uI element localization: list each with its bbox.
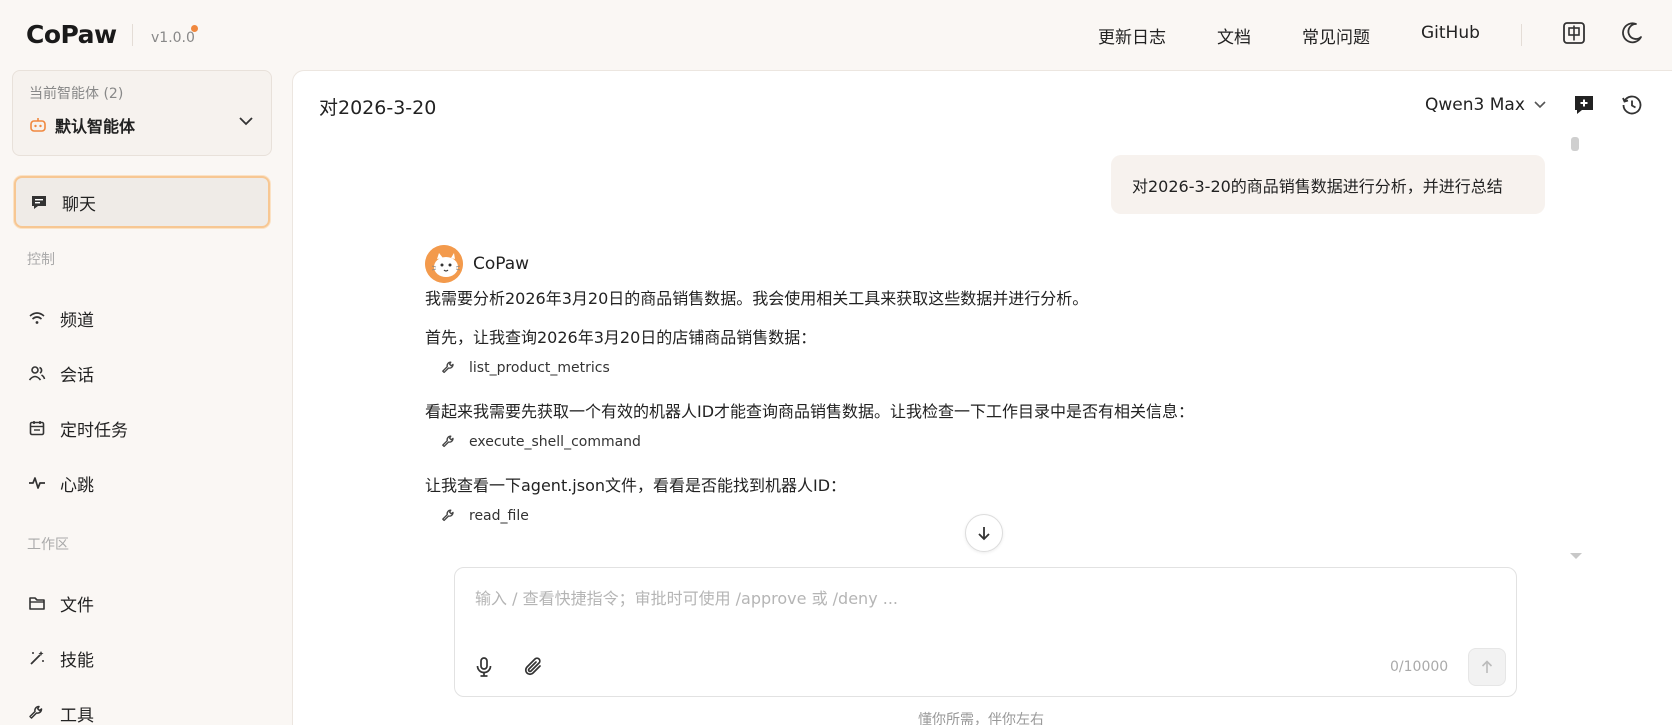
agent-name: 默认智能体: [29, 113, 135, 137]
sidebar-item-heartbeat[interactable]: 心跳: [14, 457, 270, 509]
wifi-icon: [29, 312, 45, 324]
tool-call-name: execute_shell_command: [469, 434, 641, 450]
sidebar-item-label: 心跳: [60, 475, 94, 496]
sidebar-item-label: 频道: [60, 310, 94, 331]
bot-avatar: [425, 245, 463, 283]
bot-message-header: CoPaw: [425, 245, 529, 283]
sidebar-item-label: 技能: [60, 650, 94, 671]
nav-docs[interactable]: 文档: [1217, 23, 1251, 48]
user-message: 对2026-3-20的商品销售数据进行分析，并进行总结: [1111, 155, 1545, 214]
agent-name-label: 默认智能体: [55, 117, 136, 136]
arrow-down-icon: [978, 527, 990, 541]
bot-text-line: 首先，让我查询2026年3月20日的店铺商品销售数据：: [425, 328, 817, 347]
new-chat-icon[interactable]: [1572, 93, 1596, 117]
app-logo[interactable]: CoPaw: [26, 20, 117, 49]
send-button[interactable]: [1468, 648, 1506, 686]
model-name: Qwen3 Max: [1425, 95, 1525, 115]
sidebar-item-channels[interactable]: 频道: [14, 292, 270, 344]
history-icon[interactable]: [1620, 93, 1644, 117]
wrench-icon: [442, 509, 454, 522]
sidebar-item-tools[interactable]: 工具: [14, 687, 270, 725]
top-header: CoPaw v1.0.0 更新日志 文档 常见问题 GitHub: [0, 0, 1672, 68]
attachment-icon[interactable]: [523, 656, 545, 678]
folder-icon: [29, 597, 45, 610]
heartbeat-icon: [29, 477, 45, 489]
chevron-down-icon: [1534, 101, 1546, 109]
robot-icon: [30, 118, 46, 132]
sidebar-item-label: 工具: [60, 705, 94, 725]
nav-faq[interactable]: 常见问题: [1302, 23, 1370, 48]
tool-call-item[interactable]: list_product_metrics: [441, 360, 610, 376]
version-label: v1.0.0: [151, 30, 195, 46]
language-icon[interactable]: [1561, 20, 1587, 46]
section-workspace-label: 工作区: [27, 537, 69, 553]
chat-icon: [32, 196, 46, 209]
bot-text-line: 让我查看一下agent.json文件，看看是否能找到机器人ID：: [425, 476, 847, 495]
chat-panel: 对2026-3-20 Qwen3 Max 对2026-3-20的商品销售数据进行…: [292, 70, 1672, 725]
agent-count-label: 当前智能体 (2): [29, 86, 124, 102]
nav-changelog[interactable]: 更新日志: [1098, 23, 1166, 48]
arrow-up-icon: [1481, 660, 1493, 673]
wrench-icon: [442, 361, 454, 374]
update-dot-badge: [191, 25, 198, 32]
nav-divider: [1521, 24, 1522, 46]
bot-text-line: 我需要分析2026年3月20日的商品销售数据。我会使用相关工具来获取这些数据并进…: [425, 289, 1089, 308]
model-selector[interactable]: Qwen3 Max: [1425, 95, 1547, 115]
tool-call-item[interactable]: execute_shell_command: [441, 434, 641, 450]
char-counter: 0/10000: [1390, 659, 1449, 675]
wrench-icon: [442, 435, 454, 448]
chat-title: 对2026-3-20: [319, 97, 437, 119]
bot-text-line: 看起来我需要先获取一个有效的机器人ID才能查询商品销售数据。让我检查一下工作目录…: [425, 402, 1195, 421]
tool-call-name: list_product_metrics: [469, 360, 610, 376]
nav-github[interactable]: GitHub: [1421, 23, 1480, 43]
section-control-label: 控制: [27, 252, 55, 268]
agent-selector[interactable]: 当前智能体 (2) 默认智能体: [12, 70, 272, 156]
theme-toggle-icon[interactable]: [1619, 20, 1645, 46]
tool-call-name: read_file: [469, 508, 529, 524]
tool-call-item[interactable]: read_file: [441, 508, 529, 524]
scroll-down-arrow-icon[interactable]: [1569, 551, 1583, 561]
sidebar-item-skills[interactable]: 技能: [14, 632, 270, 684]
sidebar-item-scheduled-tasks[interactable]: 定时任务: [14, 402, 270, 454]
sidebar-item-label: 聊天: [62, 194, 96, 215]
logo-divider: [132, 24, 133, 46]
chat-input-box: 0/10000: [454, 567, 1517, 697]
scroll-to-bottom-button[interactable]: [965, 514, 1003, 552]
scrollbar-thumb[interactable]: [1571, 137, 1579, 151]
chevron-down-icon[interactable]: [237, 115, 255, 127]
users-icon: [28, 366, 46, 381]
chat-input[interactable]: [475, 586, 1475, 610]
sidebar-item-files[interactable]: 文件: [14, 577, 270, 629]
sidebar-item-label: 会话: [60, 365, 94, 386]
calendar-icon: [29, 421, 45, 436]
sidebar-item-label: 定时任务: [60, 420, 128, 441]
microphone-icon[interactable]: [473, 656, 495, 678]
sidebar-item-sessions[interactable]: 会话: [14, 347, 270, 399]
sidebar-item-chat[interactable]: 聊天: [14, 176, 270, 228]
footer-tagline: 懂你所需，伴你左右: [918, 712, 1044, 725]
bot-name: CoPaw: [473, 254, 530, 274]
magic-wand-icon: [30, 651, 44, 665]
wrench-icon: [29, 705, 43, 719]
sidebar-item-label: 文件: [60, 595, 94, 616]
